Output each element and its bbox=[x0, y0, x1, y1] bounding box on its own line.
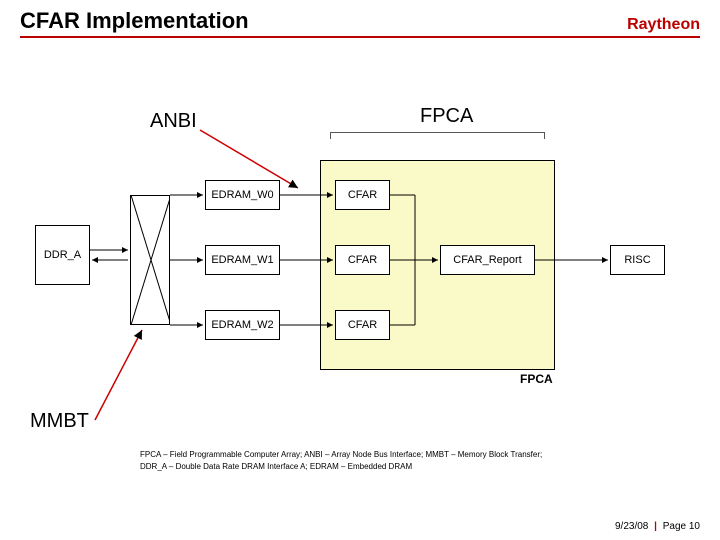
page-title: CFAR Implementation bbox=[20, 8, 249, 34]
footer-page: Page 10 bbox=[663, 521, 700, 532]
header-rule bbox=[20, 36, 700, 38]
block-edram-w1: EDRAM_W1 bbox=[205, 245, 280, 275]
block-cfar-1: CFAR bbox=[335, 245, 390, 275]
anbi-label: ANBI bbox=[150, 110, 197, 133]
block-risc: RISC bbox=[610, 245, 665, 275]
footnote-line2: DDR_A – Double Data Rate DRAM Interface … bbox=[140, 462, 412, 472]
footer: 9/23/08 | Page 10 bbox=[615, 521, 700, 532]
footer-divider: | bbox=[654, 521, 657, 532]
fpca-box-label: FPCA bbox=[520, 372, 553, 386]
block-cfar-2: CFAR bbox=[335, 310, 390, 340]
footnote-line1: FPCA – Field Programmable Computer Array… bbox=[140, 450, 542, 460]
fpca-brace bbox=[330, 132, 545, 133]
block-cfar-report: CFAR_Report bbox=[440, 245, 535, 275]
company-logo: Raytheon bbox=[627, 16, 700, 34]
block-edram-w0: EDRAM_W0 bbox=[205, 180, 280, 210]
footer-date: 9/23/08 bbox=[615, 521, 648, 532]
fpca-label: FPCA bbox=[420, 105, 473, 128]
block-ddr-a: DDR_A bbox=[35, 225, 90, 285]
block-cfar-0: CFAR bbox=[335, 180, 390, 210]
block-mmbt bbox=[130, 195, 170, 325]
mmbt-label: MMBT bbox=[30, 410, 89, 433]
block-edram-w2: EDRAM_W2 bbox=[205, 310, 280, 340]
header: CFAR Implementation Raytheon bbox=[0, 0, 720, 36]
block-diagram: ANBI FPCA MMBT DDR_A EDRAM_W0 EDRAM_W1 E… bbox=[0, 90, 720, 440]
